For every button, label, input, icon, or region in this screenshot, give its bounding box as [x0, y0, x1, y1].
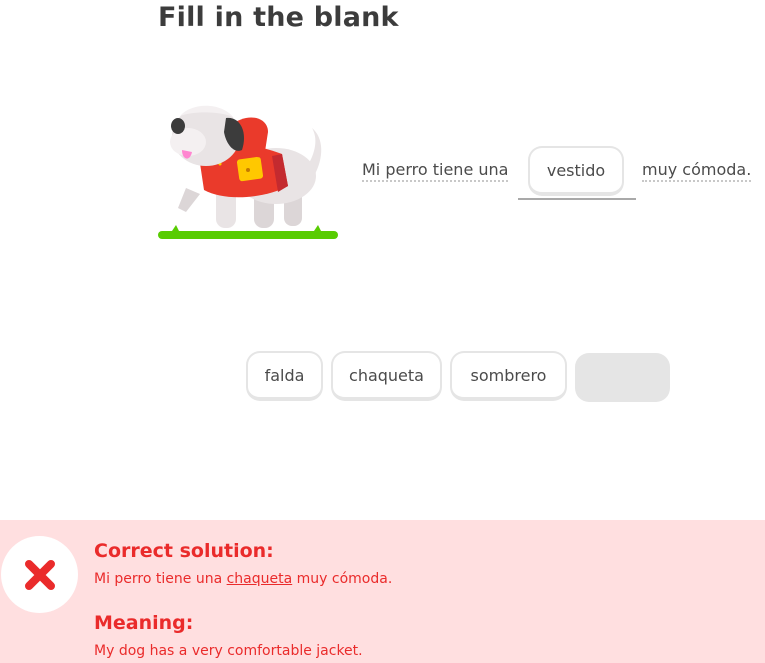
sentence-text-after: muy cómoda.	[642, 160, 752, 182]
correct-solution-text: Mi perro tiene una chaqueta muy cómoda.	[94, 571, 392, 587]
meaning-text: My dog has a very comfortable jacket.	[94, 643, 363, 659]
sentence-text-before: Mi perro tiene una	[362, 160, 509, 182]
dog-illustration	[156, 98, 342, 244]
page-title: Fill in the blank	[158, 2, 399, 33]
correct-solution-heading: Correct solution:	[94, 540, 274, 562]
incorrect-feedback-panel: Correct solution: Mi perro tiene una cha…	[0, 520, 765, 663]
solution-text-before: Mi perro tiene una	[94, 571, 223, 587]
status-badge	[1, 536, 78, 613]
word-bank-chaqueta[interactable]: chaqueta	[331, 351, 442, 401]
x-icon	[24, 559, 55, 590]
selected-answer-tile[interactable]: vestido	[528, 146, 624, 196]
solution-text-after: muy cómoda.	[296, 571, 393, 587]
blank-underline	[518, 198, 636, 200]
word-bank-falda[interactable]: falda	[246, 351, 323, 401]
word-bank-sombrero[interactable]: sombrero	[450, 351, 567, 401]
word-bank-empty-slot	[575, 353, 670, 402]
solution-highlighted-word: chaqueta	[226, 571, 293, 587]
meaning-heading: Meaning:	[94, 612, 194, 634]
